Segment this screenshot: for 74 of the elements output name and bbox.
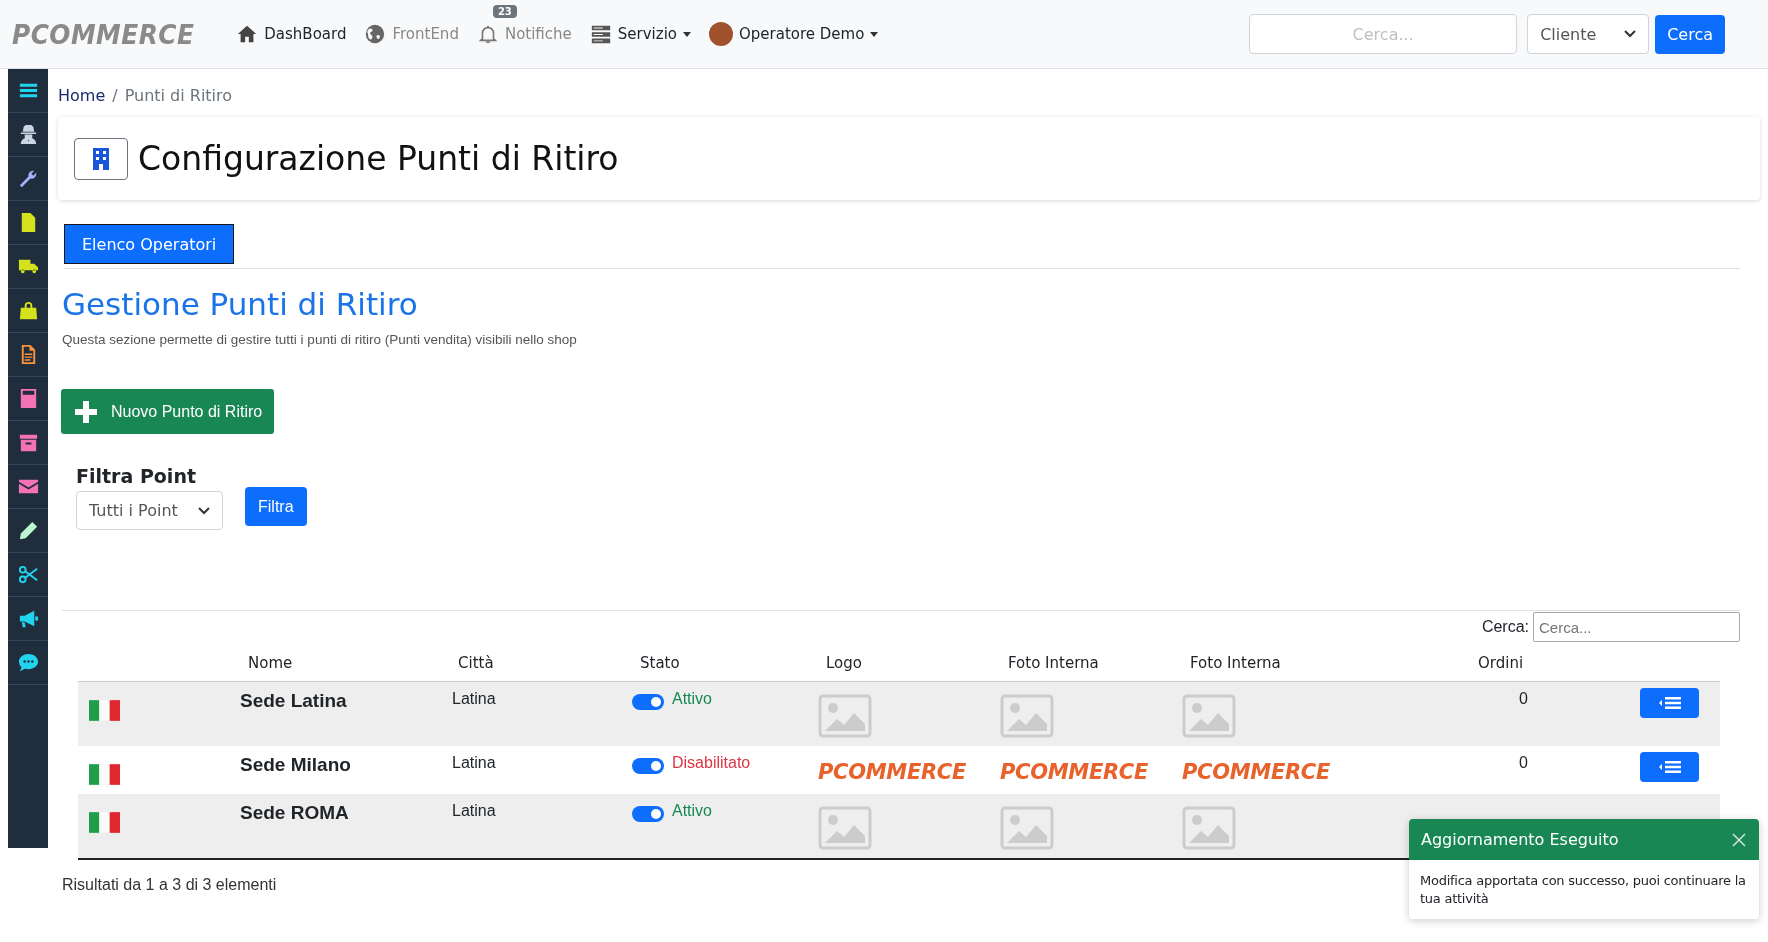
logo-image: PCOMMERCE (1000, 760, 1150, 784)
home-icon (236, 23, 259, 45)
point-name: Sede ROMA (240, 802, 349, 823)
operators-tab[interactable]: Elenco Operatori (64, 224, 235, 264)
image-placeholder-icon (1182, 694, 1236, 738)
scope-select[interactable]: Cliente (1527, 14, 1650, 54)
toast-title: Aggiornamento Eseguito (1421, 830, 1619, 849)
actions-button[interactable] (1640, 752, 1699, 782)
breadcrumb-current: Punti di Ritiro (124, 85, 233, 105)
search-button[interactable]: Cerca (1655, 14, 1725, 54)
city-cell-text: Latina (451, 754, 496, 771)
page-title: Configurazione Punti di Ritiro (138, 139, 619, 178)
plus-icon (73, 398, 99, 425)
status-toggle[interactable] (632, 806, 664, 822)
chevron-down-icon (1624, 30, 1637, 38)
bell-icon (476, 23, 499, 45)
chat-bubble-icon[interactable] (16, 651, 40, 674)
nav-link[interactable]: Operatore Demo (709, 22, 879, 46)
scissors-icon[interactable] (16, 563, 40, 586)
column-header[interactable]: Stato (640, 654, 680, 672)
column-header[interactable]: Ordini (1478, 654, 1524, 672)
globe-icon (364, 23, 387, 45)
status-label: Disabilitato (672, 754, 751, 772)
city-cell-text: Latina (451, 802, 496, 819)
image-placeholder-icon (1182, 806, 1236, 850)
nav-link[interactable]: Servizio (589, 23, 691, 45)
breadcrumb-link[interactable]: Home (58, 85, 106, 105)
status-toggle[interactable] (632, 694, 664, 710)
flag-icon (89, 764, 120, 785)
point-name: Sede Milano (240, 754, 351, 775)
breadcrumb-separator: / (112, 85, 118, 105)
search-field[interactable]: Cerca... (1249, 14, 1518, 54)
column-header[interactable]: Città (458, 654, 494, 672)
image-placeholder-icon (1000, 806, 1054, 850)
caret-icon (683, 31, 691, 37)
building-icon (74, 137, 128, 180)
section-title: Gestione Punti di Ritiro (62, 286, 419, 322)
table-search-field[interactable]: Cerca... (1533, 612, 1740, 642)
toast-message: Modifica apportata con successo, puoi continuare la tua attività (1419, 872, 1747, 908)
column-header[interactable]: Logo (826, 654, 862, 672)
orders-count: 0 (1518, 754, 1528, 771)
status-label: Attivo (672, 802, 712, 820)
image-placeholder-icon (1000, 694, 1054, 738)
filter-button[interactable]: Filtra (245, 487, 307, 526)
point-select[interactable]: Tutti i Point (76, 491, 223, 530)
status-label: Attivo (672, 690, 712, 708)
column-header[interactable]: Foto Interna (1008, 654, 1099, 672)
avatar (709, 22, 733, 46)
city-cell-text: Latina (451, 690, 496, 707)
results-info: Risultati da 1 a 3 di 3 elementi (62, 876, 277, 894)
logo-image: PCOMMERCE (1182, 760, 1332, 784)
status-toggle[interactable] (632, 758, 664, 774)
caret-icon (870, 31, 879, 37)
filter-label: Filtra Point (76, 465, 197, 487)
section-description: Questa sezione permette di gestire tutti i punti di ritiro (Punti vendita) visibili nello shop (62, 332, 578, 347)
logo-image: PCOMMERCE (818, 760, 968, 784)
image-placeholder-icon (818, 806, 872, 850)
point-name: Sede Latina (240, 690, 347, 711)
actions-button[interactable] (1640, 688, 1699, 718)
flag-icon (89, 700, 120, 721)
column-header[interactable]: Nome (248, 654, 293, 672)
list-icon (1658, 696, 1681, 710)
close-icon[interactable] (1731, 831, 1747, 848)
flag-icon (89, 812, 120, 833)
nav-link[interactable]: DashBoard (236, 23, 347, 45)
chevron-down-icon (198, 506, 210, 515)
orders-count: 0 (1518, 690, 1528, 707)
list-icon (1658, 760, 1681, 774)
server-icon (589, 23, 612, 45)
image-placeholder-icon (818, 694, 872, 738)
new-pickup-point-button[interactable]: Nuovo Punto di Ritiro (61, 389, 275, 434)
column-header[interactable]: Foto Interna (1190, 654, 1281, 672)
table-search-label: Cerca: (1481, 618, 1529, 636)
notification-badge: 23 (492, 5, 517, 18)
